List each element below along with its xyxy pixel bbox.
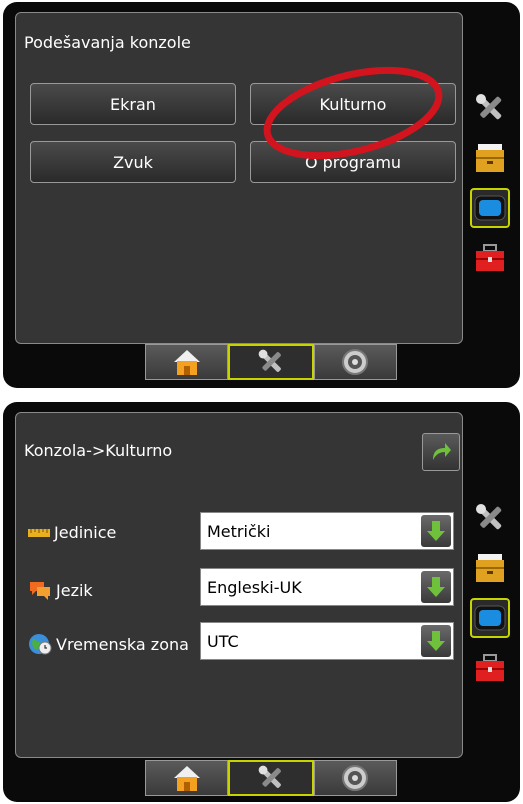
side-toolbox-button[interactable] [470,238,510,278]
side-toolbox-button[interactable] [470,648,510,688]
timezone-dropdown-button[interactable] [421,625,451,657]
down-arrow-icon [427,521,445,541]
tab-home[interactable] [145,760,229,796]
return-arrow-icon [433,443,451,460]
page-title: Podešavanja konzole [24,33,191,52]
tools-icon [258,349,281,372]
home-icon [173,766,200,791]
side-tools-button[interactable] [470,88,510,128]
highlight-ellipse [263,66,443,160]
console-settings-screen: Podešavanja konzole Ekran Kulturno Zvuk … [3,2,520,388]
tab-tools[interactable] [228,344,314,380]
main-panel: Konzola->Kulturno Jedinice Metrički Jezi… [15,412,463,758]
drawer-icon [476,144,504,172]
return-button[interactable] [422,433,460,471]
side-drawer-button[interactable] [470,548,510,588]
side-tools-button[interactable] [470,498,510,538]
down-arrow-icon [427,631,445,651]
drawer-icon [476,554,504,582]
sound-button[interactable]: Zvuk [30,141,236,183]
bottom-tab-bar [145,760,397,796]
bottom-tab-bar [145,344,397,380]
home-icon [173,350,200,375]
timezone-label: Vremenska zona [28,633,189,655]
units-dropdown[interactable]: Metrički [200,512,454,550]
gauge-icon [342,349,369,375]
tools-icon [476,504,502,530]
language-dropdown[interactable]: Engleski-UK [200,568,454,606]
units-dropdown-button[interactable] [421,515,451,547]
cultural-settings-screen: Konzola->Kulturno Jedinice Metrički Jezi… [3,402,520,802]
tools-icon [476,94,502,120]
page-title: Konzola->Kulturno [24,441,173,460]
language-dropdown-button[interactable] [421,571,451,603]
monitor-icon [474,195,506,221]
tab-tools[interactable] [228,760,314,796]
tools-icon [258,765,281,788]
units-label: Jedinice [28,523,116,542]
timezone-label-text: Vremenska zona [56,634,189,654]
tab-home[interactable] [145,344,229,380]
side-monitor-button[interactable] [470,598,510,638]
toolbox-icon [476,244,504,271]
language-value: Engleski-UK [207,578,302,597]
globe-clock-icon [29,634,52,655]
side-drawer-button[interactable] [470,138,510,178]
language-label: Jezik [28,579,93,601]
display-button[interactable]: Ekran [30,83,236,125]
ruler-icon [28,528,50,537]
timezone-dropdown[interactable]: UTC [200,622,454,660]
tab-gauge[interactable] [313,760,397,796]
gauge-icon [342,765,369,791]
timezone-value: UTC [207,632,239,651]
side-monitor-button[interactable] [470,188,510,228]
toolbox-icon [476,654,504,681]
units-label-text: Jedinice [54,523,117,542]
speech-bubbles-icon [30,582,50,600]
monitor-icon [474,605,506,631]
language-label-text: Jezik [56,580,93,600]
down-arrow-icon [427,577,445,597]
units-value: Metrički [207,522,271,541]
tab-gauge[interactable] [313,344,397,380]
